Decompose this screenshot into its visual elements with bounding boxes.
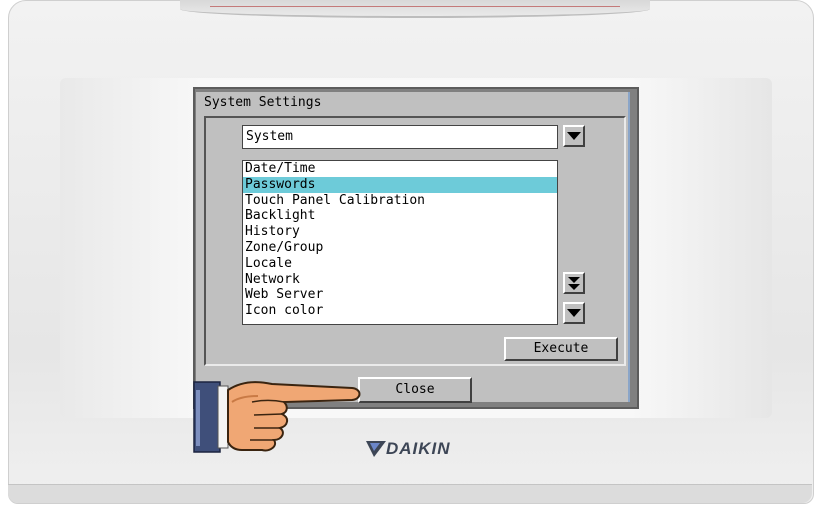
list-item[interactable]: Network [243, 272, 557, 288]
list-item[interactable]: History [243, 224, 557, 240]
settings-list[interactable]: Date/Time Passwords Touch Panel Calibratio… [242, 160, 558, 325]
pointing-hand-icon [193, 381, 361, 453]
double-chevron-down-icon [568, 276, 580, 290]
chevron-down-icon [567, 309, 581, 317]
scroll-down-button[interactable] [563, 302, 585, 324]
daikin-logo-icon [366, 441, 386, 457]
list-item[interactable]: Locale [243, 256, 557, 272]
device-top-lip [180, 0, 650, 18]
list-item[interactable]: Web Server [243, 287, 557, 303]
category-dropdown[interactable]: System [242, 125, 558, 149]
list-item[interactable]: Touch Panel Calibration [243, 193, 557, 209]
close-button[interactable]: Close [358, 377, 472, 403]
brand-logo: DAIKIN [366, 439, 451, 459]
execute-button[interactable]: Execute [504, 337, 618, 361]
list-item[interactable]: Date/Time [243, 161, 557, 177]
list-item[interactable]: Passwords [243, 176, 557, 193]
page-down-button[interactable] [563, 272, 585, 294]
brand-name: DAIKIN [386, 439, 451, 458]
list-item[interactable]: Icon color [243, 303, 557, 319]
window-title: System Settings [204, 95, 322, 110]
list-item[interactable]: Zone/Group [243, 240, 557, 256]
device-base [8, 484, 812, 503]
chevron-down-icon [567, 132, 581, 140]
dropdown-arrow-button[interactable] [563, 125, 585, 147]
list-item[interactable]: Backlight [243, 208, 557, 224]
